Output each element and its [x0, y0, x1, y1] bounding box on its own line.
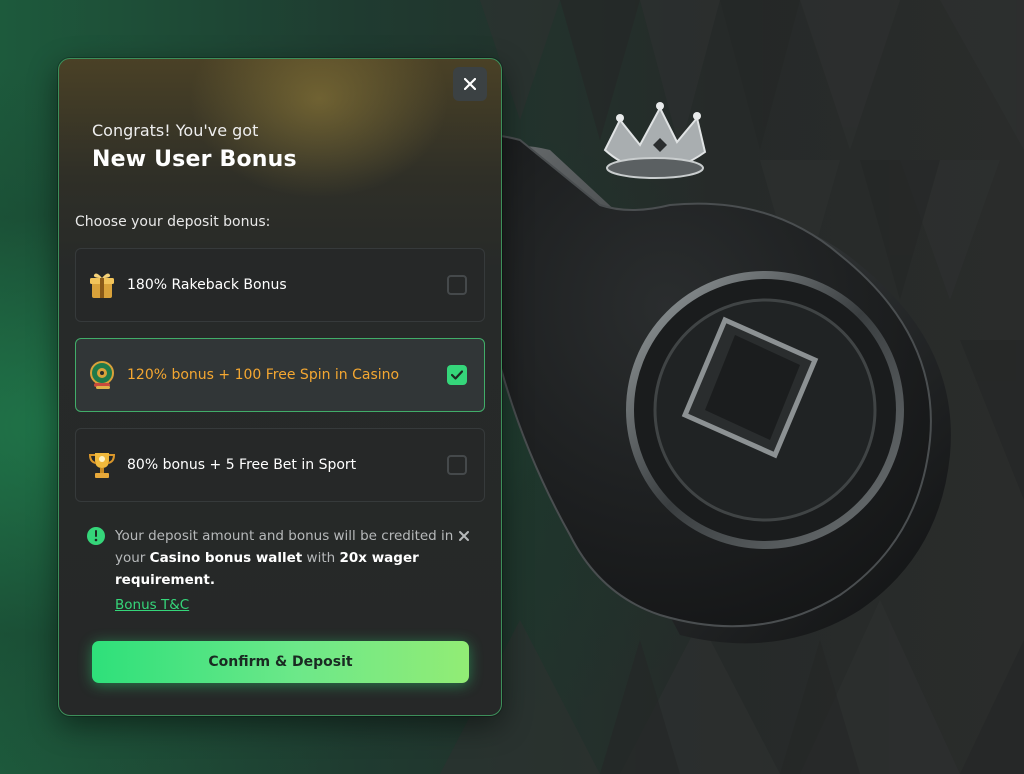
bonus-option-casino[interactable]: 120% bonus + 100 Free Spin in Casino	[75, 338, 485, 412]
close-button[interactable]	[453, 67, 487, 101]
gift-box-icon	[85, 268, 119, 302]
bonus-modal: Congrats! You've got New User Bonus Choo…	[58, 58, 502, 716]
bonus-option-sport[interactable]: 80% bonus + 5 Free Bet in Sport	[75, 428, 485, 502]
modal-title: New User Bonus	[92, 147, 297, 172]
notice-wallet-name: Casino bonus wallet	[149, 550, 303, 566]
bonus-option-rakeback[interactable]: 180% Rakeback Bonus	[75, 248, 485, 322]
trophy-icon	[85, 448, 119, 482]
bonus-prompt: Choose your deposit bonus:	[75, 214, 271, 230]
roulette-chips-icon	[85, 358, 119, 392]
option-label: 180% Rakeback Bonus	[127, 277, 287, 293]
close-icon	[464, 78, 476, 90]
checkmark-icon	[451, 370, 463, 380]
option-label: 120% bonus + 100 Free Spin in Casino	[127, 367, 400, 383]
notice-text-part: with	[302, 550, 340, 566]
option-checkbox[interactable]	[447, 455, 467, 475]
option-label: 80% bonus + 5 Free Bet in Sport	[127, 457, 357, 473]
close-icon	[459, 531, 469, 541]
option-checkbox[interactable]	[447, 275, 467, 295]
confirm-deposit-button[interactable]: Confirm & Deposit	[92, 641, 469, 683]
dismiss-notice-button[interactable]	[458, 527, 474, 543]
brand-logo-3d	[448, 102, 951, 644]
notice-text: Your deposit amount and bonus will be cr…	[115, 525, 455, 591]
option-checkbox-checked[interactable]	[447, 365, 467, 385]
info-icon	[87, 527, 105, 545]
bonus-tc-link[interactable]: Bonus T&C	[115, 597, 189, 613]
modal-subtitle: Congrats! You've got	[92, 121, 259, 140]
